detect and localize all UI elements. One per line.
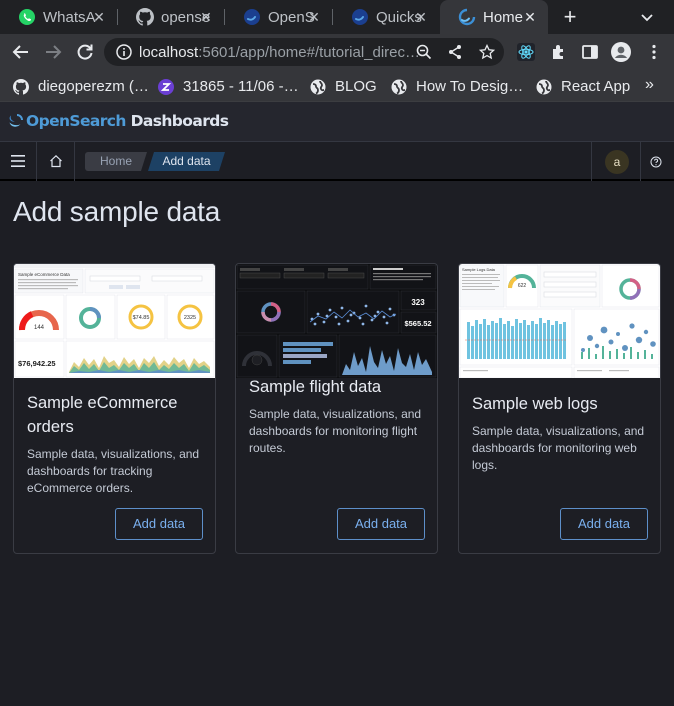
opensearch-icon bbox=[244, 9, 260, 25]
breadcrumb-home[interactable]: Home bbox=[85, 152, 147, 171]
side-panel-icon[interactable] bbox=[581, 43, 599, 61]
thumb-gauge-value: 622 bbox=[518, 283, 527, 289]
bookmark-react-app[interactable]: React App bbox=[536, 78, 630, 95]
opensearch-dashboards-logo[interactable]: OpenSearch Dashboards bbox=[8, 112, 229, 130]
bookmark-github[interactable]: diegoperezm (… bbox=[13, 78, 149, 95]
url-host: localhost bbox=[139, 44, 199, 61]
thumb-stat-2: 2325 bbox=[184, 315, 196, 321]
thumb-stat-1: 323 bbox=[411, 298, 425, 307]
bookmark-label: 31865 - 11/06 -… bbox=[183, 78, 299, 95]
new-tab-button[interactable]: + bbox=[558, 6, 582, 28]
github-icon bbox=[136, 8, 154, 26]
user-avatar[interactable]: a bbox=[605, 150, 629, 174]
z-icon bbox=[158, 78, 174, 95]
browser-tab-home[interactable]: Home ✕ bbox=[440, 0, 548, 34]
card-title[interactable]: Sample flight data bbox=[249, 375, 381, 399]
bookmark-blog[interactable]: BLOG bbox=[310, 78, 377, 95]
card-thumbnail-ecommerce: Sample eCommerce Data 144 $74.85 2325 $7… bbox=[14, 264, 215, 378]
breadcrumb-add-data: Add data bbox=[148, 152, 225, 171]
opensearch-icon bbox=[352, 9, 368, 25]
nav-divider bbox=[591, 142, 592, 181]
app-nav-bar: Home Add data a bbox=[0, 142, 674, 181]
browser-tab-whatsapp[interactable]: WhatsA ✕ bbox=[0, 0, 118, 34]
card-thumbnail-flights: 323 $565.52 bbox=[236, 264, 437, 378]
globe-icon bbox=[391, 79, 407, 94]
globe-icon bbox=[536, 79, 552, 94]
sample-data-card-web-logs: Sample Logs Data 622 Sample web logs Sam… bbox=[458, 263, 661, 554]
card-description: Sample data, visualizations, and dashboa… bbox=[249, 407, 422, 455]
browser-tab-strip: WhatsA ✕ opense ✕ OpenS ✕ Quicks ✕ Home … bbox=[0, 0, 674, 34]
zoom-out-icon[interactable] bbox=[416, 44, 432, 60]
forward-arrow-icon[interactable] bbox=[43, 42, 63, 62]
thumb-total-value: $76,942.25 bbox=[18, 359, 56, 368]
globe-icon bbox=[310, 79, 326, 94]
bookmarks-overflow-button[interactable]: » bbox=[645, 76, 654, 94]
tab-title: WhatsA bbox=[43, 8, 96, 26]
browser-tab-opensearch[interactable]: OpenS ✕ bbox=[225, 0, 333, 34]
share-icon[interactable] bbox=[447, 44, 463, 60]
browser-tab-quickstart[interactable]: Quicks ✕ bbox=[333, 0, 439, 34]
nav-divider bbox=[640, 142, 641, 181]
nav-divider bbox=[36, 142, 37, 181]
bookmark-label: How To Desig… bbox=[416, 78, 524, 95]
tab-title: Home bbox=[483, 8, 524, 26]
thumb-title: Sample Logs Data bbox=[462, 267, 496, 272]
close-icon[interactable]: ✕ bbox=[522, 9, 538, 25]
thumb-stat-2: $565.52 bbox=[404, 319, 431, 328]
url-text: localhost:5601/app/home#/tutorial_direc… bbox=[139, 44, 420, 61]
add-data-button[interactable]: Add data bbox=[560, 508, 648, 540]
close-icon[interactable]: ✕ bbox=[198, 9, 214, 25]
url-path: :5601/app/home#/tutorial_direc… bbox=[198, 44, 421, 61]
opensearch-logo-icon bbox=[9, 114, 23, 127]
card-description: Sample data, visualizations, and dashboa… bbox=[27, 447, 200, 495]
back-arrow-icon[interactable] bbox=[11, 42, 31, 62]
bookmark-ticket[interactable]: 31865 - 11/06 -… bbox=[158, 78, 299, 95]
bookmarks-bar: diegoperezm (… 31865 - 11/06 -… BLOG How… bbox=[0, 70, 674, 102]
star-icon[interactable] bbox=[479, 44, 495, 60]
logo-product-text: Dashboards bbox=[125, 112, 229, 130]
github-icon bbox=[13, 78, 29, 95]
card-title[interactable]: Sample web logs bbox=[472, 392, 598, 416]
hamburger-menu-icon[interactable] bbox=[11, 155, 25, 167]
opensearch-icon bbox=[458, 8, 476, 26]
logo-brand-text: OpenSearch bbox=[26, 112, 126, 130]
bookmark-label: diegoperezm (… bbox=[38, 78, 149, 95]
bookmark-label: React App bbox=[561, 78, 631, 95]
home-icon[interactable] bbox=[49, 154, 63, 168]
bookmark-how-to-design[interactable]: How To Desig… bbox=[391, 78, 523, 95]
close-icon[interactable]: ✕ bbox=[413, 9, 429, 25]
whatsapp-icon bbox=[19, 9, 35, 25]
browser-tab-github[interactable]: opense ✕ bbox=[118, 0, 225, 34]
help-icon[interactable] bbox=[650, 156, 662, 168]
card-description: Sample data, visualizations, and dashboa… bbox=[472, 424, 645, 472]
reload-icon[interactable] bbox=[75, 42, 95, 62]
extensions-puzzle-icon[interactable] bbox=[550, 43, 568, 61]
add-data-button[interactable]: Add data bbox=[115, 508, 203, 540]
app-header: OpenSearch Dashboards bbox=[0, 102, 674, 142]
card-thumbnail-web-logs: Sample Logs Data 622 bbox=[459, 264, 660, 378]
page-title: Add sample data bbox=[13, 196, 221, 227]
thumb-stat-1: $74.85 bbox=[133, 315, 150, 321]
react-devtools-icon[interactable] bbox=[517, 43, 535, 61]
bookmark-label: BLOG bbox=[335, 78, 377, 95]
profile-icon[interactable] bbox=[611, 42, 631, 62]
close-icon[interactable]: ✕ bbox=[306, 9, 322, 25]
nav-divider bbox=[74, 142, 75, 181]
sample-data-card-flights: 323 $565.52 Sample flight data Sample da… bbox=[235, 263, 438, 554]
close-icon[interactable]: ✕ bbox=[91, 9, 107, 25]
browser-toolbar: localhost:5601/app/home#/tutorial_direc… bbox=[0, 34, 674, 70]
address-bar[interactable]: localhost:5601/app/home#/tutorial_direc… bbox=[104, 38, 504, 66]
kebab-menu-icon[interactable] bbox=[645, 43, 663, 61]
sample-data-card-ecommerce: Sample eCommerce Data 144 $74.85 2325 $7… bbox=[13, 263, 216, 554]
info-icon[interactable] bbox=[116, 44, 132, 60]
add-data-button[interactable]: Add data bbox=[337, 508, 425, 540]
thumb-title: Sample eCommerce Data bbox=[18, 272, 70, 277]
card-title[interactable]: Sample eCommerce orders bbox=[27, 391, 215, 439]
thumb-gauge-value: 144 bbox=[34, 325, 45, 331]
chevron-down-icon[interactable] bbox=[638, 8, 656, 26]
